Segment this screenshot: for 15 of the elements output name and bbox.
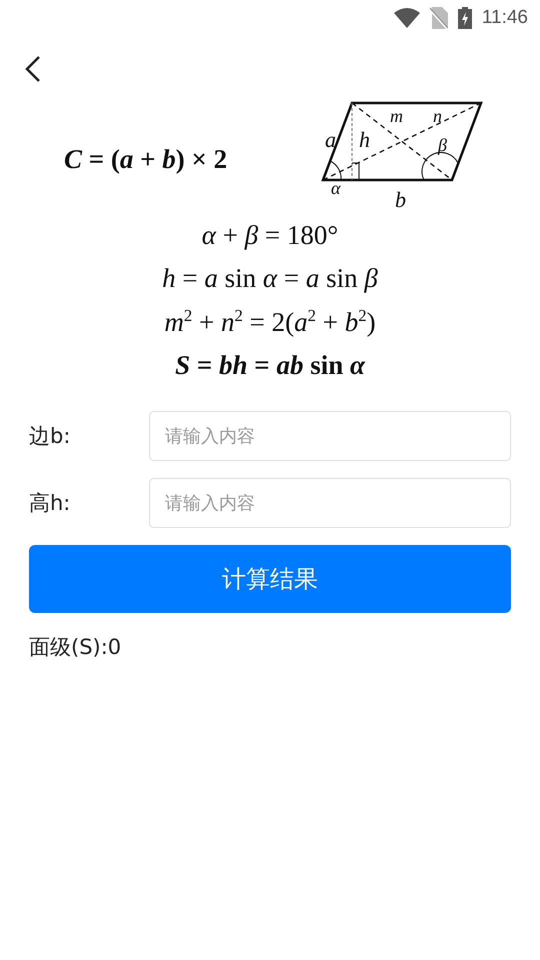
calculate-button[interactable]: 计算结果 bbox=[29, 545, 511, 613]
formula: α + β = 180° bbox=[202, 220, 338, 251]
perimeter-formula: C = (a + b) × 2 bbox=[64, 144, 228, 174]
status-time: 11:46 bbox=[482, 7, 528, 29]
battery-charging-icon bbox=[458, 7, 472, 29]
formula: S = bh = ab sin α bbox=[175, 350, 365, 381]
input-field[interactable]: 请输入内容 bbox=[149, 411, 511, 461]
input-field[interactable]: 请输入内容 bbox=[149, 478, 511, 528]
field-label: 高h: bbox=[29, 490, 72, 517]
formula: m$^{2}$ + n$^{2}$ = 2(a$^{2}$ + b$^{2}$) bbox=[164, 306, 376, 338]
no-sim-icon bbox=[430, 7, 448, 29]
field-label: 边b: bbox=[29, 423, 72, 450]
result-text: 面级(S):0 bbox=[29, 634, 122, 661]
formula: h = a sin α = a sin β bbox=[162, 263, 378, 294]
wifi-icon bbox=[394, 8, 420, 28]
